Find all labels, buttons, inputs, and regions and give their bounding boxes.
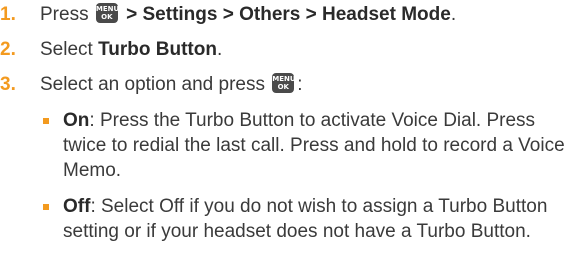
step-3-end: : [297, 74, 303, 95]
option-off: Off: Select Off if you do not wish to as… [43, 194, 583, 244]
bullet-square-icon [43, 118, 49, 124]
step-number: 3. [0, 74, 16, 95]
step-text: Select Turbo Button. [40, 37, 222, 62]
option-on: On: Press the Turbo Button to activate V… [43, 108, 583, 183]
option-description: : Select Off if you do not wish to assig… [63, 196, 548, 242]
key-label-bottom: OK [101, 13, 113, 21]
instruction-list: 1. Press MENU OK > Settings > Others > He… [0, 0, 584, 276]
option-description: : Press the Turbo Button to activate Voi… [63, 110, 565, 181]
menu-ok-key-icon: MENU OK [95, 3, 120, 23]
step-number: 2. [0, 39, 16, 60]
turbo-button-label: Turbo Button [98, 39, 217, 60]
step-1-text: Press [40, 4, 94, 25]
key-label-top: MENU [272, 75, 296, 83]
step-text: Press MENU OK > Settings > Others > Heads… [40, 2, 456, 27]
step-2-text: Select [40, 39, 99, 60]
key-label-bottom: OK [277, 83, 289, 91]
menu-ok-key-icon: MENU OK [272, 73, 296, 93]
step-text: Select an option and press MENU OK: [40, 72, 303, 97]
key-label-top: MENU [95, 5, 120, 13]
option-title: On [63, 110, 90, 131]
option-title: Off [63, 196, 91, 217]
step-1-end: . [450, 4, 457, 25]
step-2-end: . [216, 39, 223, 60]
bullet-square-icon [43, 204, 49, 210]
step-number: 1. [0, 4, 16, 25]
step-3-text: Select an option and press [40, 74, 271, 95]
menu-path: > Settings > Others > Headset Mode [120, 4, 451, 25]
